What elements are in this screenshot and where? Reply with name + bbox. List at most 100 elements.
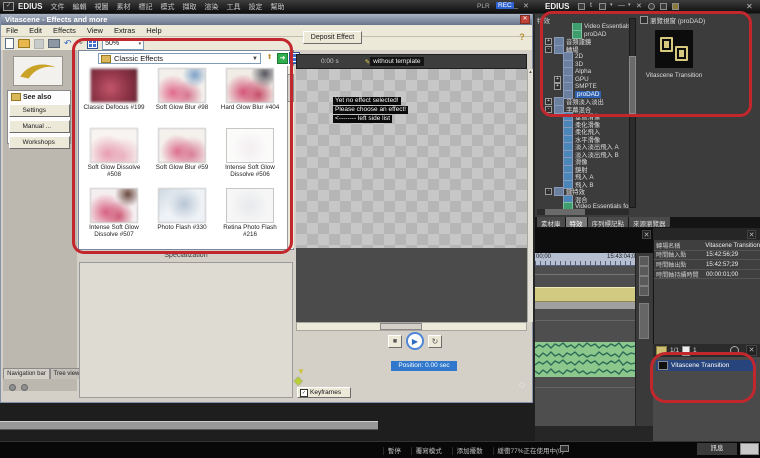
player-mode-label[interactable]: PLR: [477, 3, 490, 10]
vitascene-menu-item[interactable]: File: [6, 26, 18, 35]
sidebar-link-button[interactable]: Manual ...: [9, 120, 70, 133]
vitascene-menu-item[interactable]: View: [87, 26, 103, 35]
undo-icon[interactable]: ↶: [64, 39, 72, 48]
menubar-item[interactable]: 渲染: [204, 2, 218, 12]
tree-item[interactable]: 混合: [537, 196, 629, 204]
info-value: Vitascene Transition: [705, 242, 760, 249]
palette-tab[interactable]: 素材庫: [537, 217, 565, 227]
track-button[interactable]: [639, 256, 649, 266]
menubar-item[interactable]: 文件: [50, 2, 64, 12]
status-dot: [9, 384, 16, 391]
minimize-icon[interactable]: _: [514, 2, 518, 9]
palette-tab[interactable]: 序列標記點: [588, 217, 629, 227]
chevron-down-icon[interactable]: ▾: [610, 2, 613, 8]
annotation-effects-browser: [72, 38, 293, 254]
close-icon[interactable]: ✕: [642, 230, 651, 239]
audio-waveform: [535, 342, 635, 377]
layout-icon[interactable]: [660, 3, 667, 10]
open-icon[interactable]: [18, 39, 30, 48]
vitascene-menu-item[interactable]: Help: [146, 26, 161, 35]
ruler-timecode: 00;00: [536, 254, 551, 260]
folder-icon[interactable]: [578, 3, 585, 10]
tree-expander-icon[interactable]: -: [545, 188, 552, 195]
track-button[interactable]: [639, 286, 649, 296]
video-clip[interactable]: [535, 287, 635, 302]
palette-tab[interactable]: 特效: [566, 217, 587, 227]
vitascene-menu-item[interactable]: Effects: [53, 26, 76, 35]
eye-icon[interactable]: [648, 3, 655, 10]
status-bar: 暫停覆寫模式添加擾散緩衝77%正在使用中(0): [0, 441, 760, 458]
menubar-item[interactable]: 幫助: [270, 2, 284, 12]
info-key: 轉場名稱: [654, 241, 705, 250]
sidebar-link-button[interactable]: Settings: [9, 104, 70, 117]
recorder-mode-badge[interactable]: REC: [496, 2, 514, 9]
tree-expander-icon[interactable]: [554, 151, 561, 158]
menubar-item[interactable]: 模式: [160, 2, 174, 12]
menubar-item[interactable]: 視圖: [94, 2, 108, 12]
tree-expander-icon[interactable]: [554, 173, 561, 180]
audio-clip[interactable]: [535, 342, 635, 377]
tree-expander-icon[interactable]: [554, 196, 561, 203]
play-button[interactable]: ▶: [406, 332, 424, 350]
sidebar-link-button[interactable]: Workshops: [9, 136, 70, 149]
timeline-hscrollbar[interactable]: [0, 421, 378, 430]
stop-button[interactable]: ■: [388, 335, 402, 348]
chevron-down-icon[interactable]: ▾: [628, 2, 631, 8]
save-icon[interactable]: [34, 39, 44, 49]
checkbox-icon[interactable]: ✓: [300, 389, 308, 397]
tree-expander-icon[interactable]: [554, 143, 561, 150]
preview-vscrollbar[interactable]: ▲: [527, 69, 533, 322]
tree-hscrollbar-thumb[interactable]: [545, 209, 585, 215]
help-icon[interactable]: ?: [517, 32, 527, 42]
deposit-effect-button[interactable]: Deposit Effect: [303, 31, 362, 44]
close-icon[interactable]: ✕: [746, 2, 753, 11]
menubar-item[interactable]: 素材: [116, 2, 130, 12]
track-vscrollbar-thumb[interactable]: [639, 303, 649, 339]
menubar-item[interactable]: 標記: [138, 2, 152, 12]
cut-icon[interactable]: ✕: [636, 2, 642, 10]
vitascene-menu-item[interactable]: Edit: [29, 26, 42, 35]
vitascene-menu-item[interactable]: Extras: [114, 26, 135, 35]
keyframe-diamond-icon[interactable]: ◆: [294, 374, 302, 387]
tree-expander-icon[interactable]: [554, 121, 561, 128]
status-item: 添加擾散: [451, 445, 483, 455]
mixer-strip[interactable]: [535, 302, 635, 309]
close-icon[interactable]: ✕: [747, 230, 756, 239]
message-tab[interactable]: 訊息: [697, 443, 737, 455]
track-button[interactable]: [639, 276, 649, 286]
track-button[interactable]: [639, 266, 649, 276]
close-icon[interactable]: ✕: [520, 15, 530, 24]
vitascene-titlebar[interactable]: Vitascene - Effects and more: [1, 14, 532, 25]
render-icon[interactable]: [48, 39, 60, 48]
info-value: 15:42:56;29: [706, 251, 738, 258]
keyframes-label: Keyframes: [310, 389, 341, 396]
tree-expander-icon[interactable]: [554, 166, 561, 173]
link-icon: [13, 139, 20, 146]
menubar-item[interactable]: 設定: [248, 2, 262, 12]
lock-icon[interactable]: [672, 3, 679, 10]
clip-icon[interactable]: [599, 3, 606, 10]
timeline-tracks[interactable]: [535, 266, 635, 426]
link-icon: [13, 107, 20, 114]
tree-expander-icon[interactable]: [554, 158, 561, 165]
text-tool-icon[interactable]: t: [590, 2, 592, 9]
preview-canvas[interactable]: [296, 69, 527, 248]
menubar-item[interactable]: 擷取: [182, 2, 196, 12]
info-value: 15:42:57;29: [706, 261, 738, 268]
tree-expander-icon[interactable]: [554, 136, 561, 143]
tree-expander-icon[interactable]: [554, 128, 561, 135]
new-icon[interactable]: [5, 38, 14, 49]
link-icon: [13, 123, 20, 130]
tab-navigation-bar[interactable]: Navigation bar: [3, 368, 50, 379]
close-icon[interactable]: ✕: [523, 2, 529, 10]
loop-button[interactable]: ↻: [428, 335, 442, 348]
palette-tab[interactable]: 來源瀏覽器: [629, 217, 670, 227]
keyframes-toggle[interactable]: ✓ Keyframes: [297, 387, 351, 398]
preview-hscrollbar-thumb[interactable]: [380, 323, 422, 330]
menubar-item[interactable]: 編輯: [72, 2, 86, 12]
menubar-item[interactable]: 工具: [226, 2, 240, 12]
preview-message-line: <-------- left side list: [333, 115, 392, 123]
info-value: 00:00:01;00: [706, 271, 738, 278]
keyframe-diamond-outline-icon[interactable]: ◇: [519, 380, 525, 389]
timeline-lower-area: [535, 426, 653, 441]
